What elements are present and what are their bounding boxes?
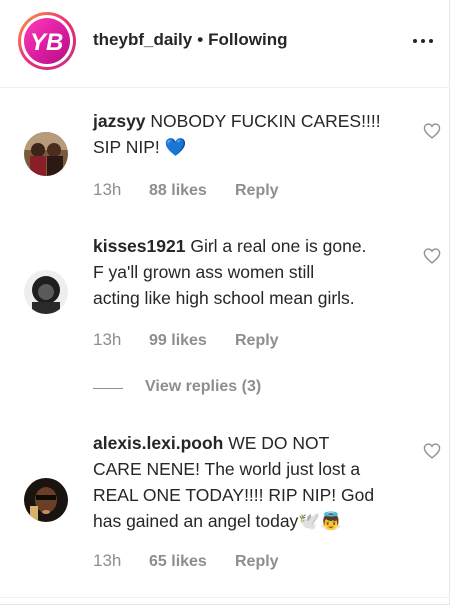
following-button[interactable]: Following (208, 30, 287, 49)
comment-time: 13h (93, 180, 122, 199)
comment-username[interactable]: kisses1921 (93, 236, 185, 256)
likes-count[interactable]: 88 likes (149, 182, 235, 200)
account-username[interactable]: theybf_daily (93, 30, 192, 49)
heart-outline-icon[interactable] (423, 443, 441, 459)
header-title: theybf_daily • Following (93, 30, 287, 50)
likes-count[interactable]: 99 likes (149, 332, 235, 350)
comment-meta: 13h 99 likes Reply (93, 330, 279, 350)
comment-meta: 13h 65 likes Reply (93, 551, 279, 571)
reply-button[interactable]: Reply (235, 182, 279, 199)
view-replies-label[interactable]: View replies (3) (145, 378, 261, 396)
post-header: YB theybf_daily • Following (0, 0, 450, 88)
more-options-icon[interactable] (413, 39, 435, 45)
svg-text:YB: YB (30, 29, 63, 56)
replies-divider-line (93, 388, 123, 389)
comment-time: 13h (93, 330, 122, 349)
comment-body: jazsyy NOBODY FUCKIN CARES!!!! SIP NIP! … (93, 111, 381, 157)
reply-button[interactable]: Reply (235, 553, 279, 570)
bottom-divider (0, 597, 450, 598)
avatar[interactable] (24, 132, 68, 176)
reply-button[interactable]: Reply (235, 332, 279, 349)
likes-count[interactable]: 65 likes (149, 553, 235, 571)
comment-body: kisses1921 Girl a real one is gone. F ya… (93, 236, 367, 308)
heart-outline-icon[interactable] (423, 248, 441, 264)
comment-meta: 13h 88 likes Reply (93, 180, 279, 200)
heart-outline-icon[interactable] (423, 123, 441, 139)
theybf-logo: YB (24, 18, 70, 64)
comment-username[interactable]: jazsyy (93, 111, 146, 131)
comment-body: alexis.lexi.pooh WE DO NOT CARE NENE! Th… (93, 433, 375, 531)
avatar[interactable] (24, 270, 68, 314)
separator-dot: • (197, 30, 204, 49)
user-photo-kisses1921 (24, 270, 68, 314)
comment-time: 13h (93, 551, 122, 570)
comment-username[interactable]: alexis.lexi.pooh (93, 433, 223, 453)
user-photo-jazsyy (24, 132, 68, 176)
avatar[interactable] (24, 478, 68, 522)
profile-avatar[interactable]: YB (18, 12, 76, 70)
user-photo-alexis (24, 478, 68, 522)
yb-logo-icon: YB (30, 29, 63, 56)
